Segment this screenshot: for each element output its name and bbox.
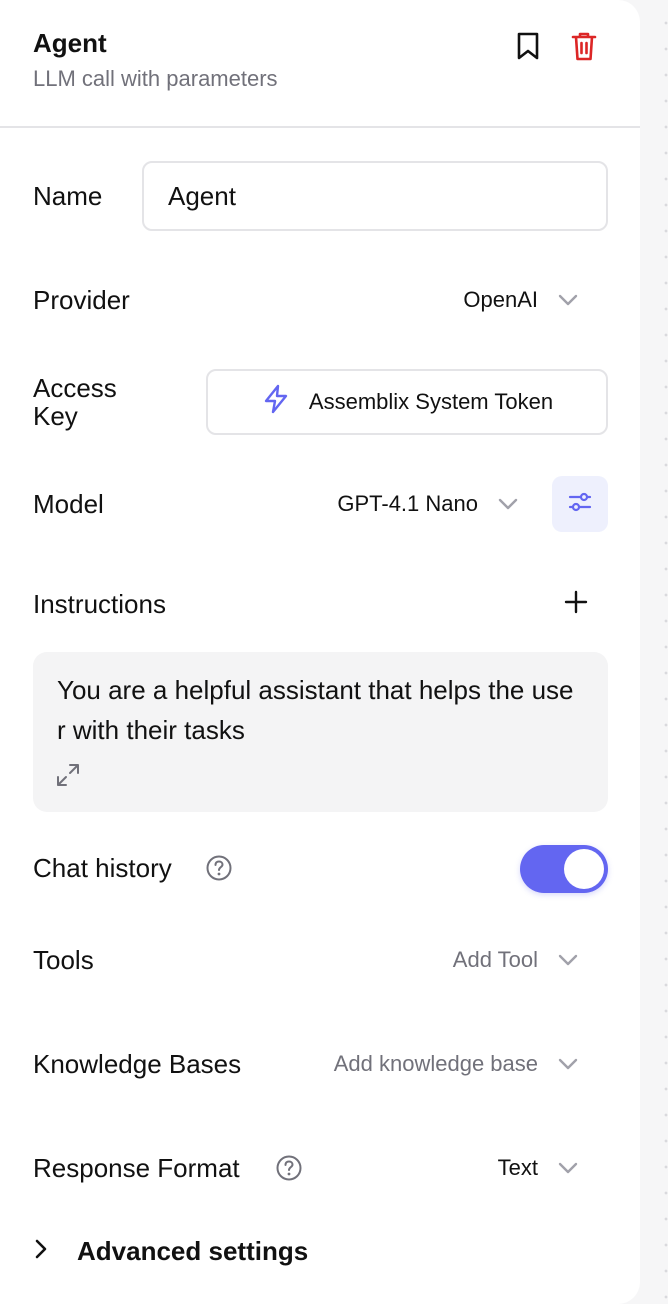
model-settings-button[interactable] bbox=[552, 476, 608, 532]
panel-header: Agent LLM call with parameters bbox=[0, 0, 640, 128]
chevron-down-icon bbox=[556, 948, 580, 972]
add-instruction-button[interactable] bbox=[560, 588, 592, 620]
tools-placeholder: Add Tool bbox=[452, 947, 538, 972]
panel-title: Agent bbox=[33, 28, 107, 58]
help-circle-icon[interactable] bbox=[275, 1154, 303, 1182]
advanced-settings-label: Advanced settings bbox=[77, 1236, 309, 1266]
panel-subtitle: LLM call with parameters bbox=[33, 66, 278, 91]
bookmark-icon[interactable] bbox=[512, 30, 544, 62]
response-format-value: Text bbox=[497, 1155, 538, 1180]
access-key-label-line1: Access bbox=[33, 373, 117, 403]
chevron-down-icon bbox=[496, 492, 520, 516]
expand-icon[interactable] bbox=[55, 762, 81, 788]
chevron-down-icon bbox=[556, 1052, 580, 1076]
agent-config-panel: Agent LLM call with parameters Name Prov… bbox=[0, 0, 640, 1304]
response-format-select[interactable]: Text bbox=[440, 1152, 580, 1184]
trash-icon[interactable] bbox=[568, 30, 600, 62]
lightning-icon bbox=[261, 383, 291, 421]
knowledge-placeholder: Add knowledge base bbox=[333, 1051, 538, 1076]
plus-icon bbox=[564, 590, 588, 619]
help-circle-icon[interactable] bbox=[205, 854, 233, 882]
provider-label: Provider bbox=[33, 285, 130, 315]
model-label: Model bbox=[33, 489, 104, 519]
model-select[interactable]: GPT-4.1 Nano bbox=[290, 488, 520, 520]
provider-select[interactable]: OpenAI bbox=[400, 284, 580, 316]
add-tool-select[interactable]: Add Tool bbox=[380, 944, 580, 976]
chevron-down-icon bbox=[556, 1156, 580, 1180]
instructions-text[interactable]: You are a helpful assistant that helps t… bbox=[57, 670, 577, 750]
sliders-icon bbox=[567, 490, 593, 519]
access-key-label: Access Key bbox=[33, 374, 117, 430]
canvas-background bbox=[640, 0, 668, 1304]
toggle-knob bbox=[564, 849, 604, 889]
access-key-label-line2: Key bbox=[33, 401, 78, 431]
knowledge-bases-label: Knowledge Bases bbox=[33, 1049, 242, 1079]
add-knowledge-base-select[interactable]: Add knowledge base bbox=[290, 1048, 580, 1080]
access-key-button[interactable]: Assemblix System Token bbox=[206, 369, 608, 435]
tools-label: Tools bbox=[33, 945, 94, 975]
advanced-settings-toggle[interactable]: Advanced settings bbox=[33, 1236, 308, 1267]
instructions-editor[interactable]: You are a helpful assistant that helps t… bbox=[33, 652, 608, 812]
chat-history-label: Chat history bbox=[33, 853, 172, 883]
chevron-right-icon bbox=[33, 1236, 49, 1267]
name-label: Name bbox=[33, 181, 103, 211]
model-value: GPT-4.1 Nano bbox=[337, 491, 478, 516]
access-key-value: Assemblix System Token bbox=[308, 389, 554, 414]
chat-history-toggle[interactable] bbox=[520, 845, 608, 893]
response-format-label: Response Format bbox=[33, 1153, 240, 1183]
provider-value: OpenAI bbox=[463, 287, 538, 312]
name-input[interactable] bbox=[142, 161, 608, 231]
chevron-down-icon bbox=[556, 288, 580, 312]
instructions-label: Instructions bbox=[33, 589, 166, 619]
